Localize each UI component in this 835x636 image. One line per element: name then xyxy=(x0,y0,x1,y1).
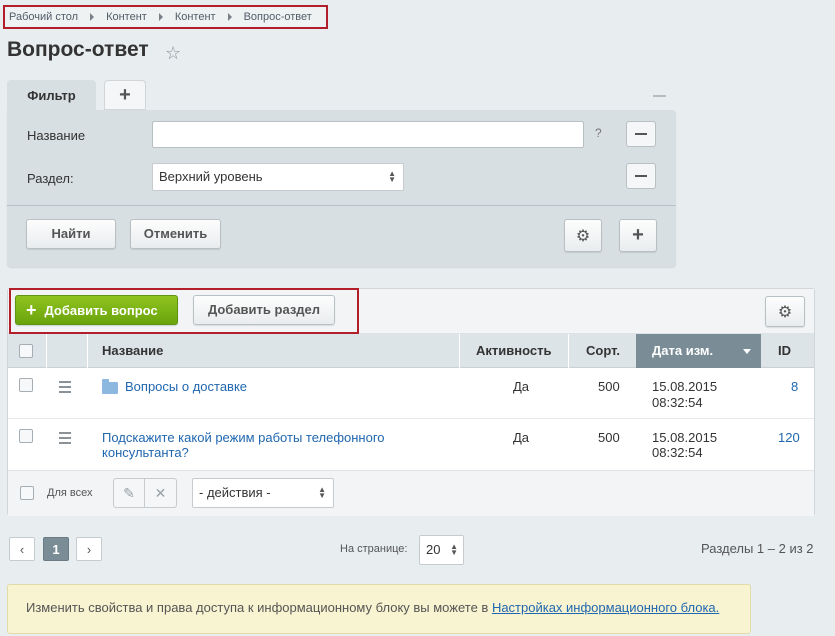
next-page-button[interactable]: › xyxy=(76,537,102,561)
section-select[interactable]: Верхний уровень ▲ ▼ xyxy=(152,163,404,191)
row-name-link-line2[interactable]: консультанта? xyxy=(102,445,189,460)
column-header-date-label: Дата изм. xyxy=(652,343,714,358)
folder-icon xyxy=(102,379,118,394)
iblock-settings-link[interactable]: Настройках информационного блока. xyxy=(492,600,719,615)
row-active: Да xyxy=(513,379,530,394)
tab-filter[interactable]: Фильтр xyxy=(7,80,96,112)
breadcrumb: Рабочий стол Контент Контент Вопрос-отве… xyxy=(3,5,328,29)
chevron-right-icon xyxy=(90,13,95,21)
info-text: Изменить свойства и права доступа к инфо… xyxy=(26,600,492,615)
row-sort: 500 xyxy=(598,430,620,445)
actions-select-value: - действия - xyxy=(199,485,271,500)
current-page[interactable]: 1 xyxy=(43,537,69,561)
breadcrumb-desktop[interactable]: Рабочий стол xyxy=(9,11,78,23)
row-name-link[interactable]: Вопросы о доставке xyxy=(125,379,247,394)
row-menu-icon[interactable] xyxy=(59,381,71,393)
sort-desc-icon xyxy=(743,349,751,354)
row-id-link[interactable]: 120 xyxy=(778,430,800,445)
star-icon[interactable]: ☆ xyxy=(165,43,181,64)
row-active: Да xyxy=(513,430,530,445)
add-section-button[interactable]: Добавить раздел xyxy=(193,295,335,325)
per-page-label: На странице: xyxy=(340,543,408,555)
updown-arrows-icon: ▲ ▼ xyxy=(318,485,326,500)
breadcrumb-content-2[interactable]: Контент xyxy=(175,11,216,23)
row-id-link[interactable]: 8 xyxy=(791,379,798,394)
minimize-filter-icon[interactable] xyxy=(653,95,666,97)
minus-icon xyxy=(635,175,647,177)
select-all-checkbox[interactable] xyxy=(19,344,33,358)
plus-icon: + xyxy=(632,224,644,246)
updown-arrows-icon: ▲ ▼ xyxy=(388,169,396,184)
row-sort: 500 xyxy=(598,379,620,394)
page-title: Вопрос-ответ xyxy=(7,38,149,61)
actions-select[interactable]: - действия - ▲ ▼ xyxy=(192,478,334,508)
column-header-name[interactable]: Название xyxy=(102,334,163,368)
add-question-label: Добавить вопрос xyxy=(44,302,158,318)
column-header-id[interactable]: ID xyxy=(778,334,791,368)
column-header-date-sorted[interactable]: Дата изм. xyxy=(636,334,761,368)
updown-arrows-icon: ▲ ▼ xyxy=(450,542,458,557)
plus-icon: + xyxy=(26,299,37,320)
gear-icon: ⚙ xyxy=(777,303,793,321)
row-name-link-line1[interactable]: Подскажите какой режим работы телефонног… xyxy=(102,430,385,445)
chevron-right-icon xyxy=(158,13,163,21)
edit-selected-button[interactable]: ✎ xyxy=(113,478,145,508)
row-checkbox[interactable] xyxy=(19,429,33,443)
add-filter-field-button[interactable]: + xyxy=(619,219,657,252)
row-time: 08:32:54 xyxy=(652,395,703,410)
per-page-select[interactable]: 20 ▲ ▼ xyxy=(419,535,464,565)
remove-name-filter-button[interactable] xyxy=(626,121,656,147)
row-date: 15.08.2015 xyxy=(652,379,718,394)
section-field-label: Раздел: xyxy=(27,171,74,186)
close-icon: ✕ xyxy=(154,484,167,501)
for-all-checkbox[interactable] xyxy=(20,486,34,500)
gear-icon: ⚙ xyxy=(575,227,591,245)
row-checkbox[interactable] xyxy=(19,378,33,392)
list-settings-button[interactable]: ⚙ xyxy=(765,296,805,327)
help-icon[interactable]: ? xyxy=(595,126,602,140)
info-box: Изменить свойства и права доступа к инфо… xyxy=(7,584,751,634)
remove-section-filter-button[interactable] xyxy=(626,163,656,189)
row-time: 08:32:54 xyxy=(652,445,703,460)
name-field-label: Название xyxy=(27,128,86,143)
column-header-sort[interactable]: Сорт. xyxy=(586,334,620,368)
divider xyxy=(7,205,676,206)
prev-page-button[interactable]: ‹ xyxy=(9,537,35,561)
for-all-label: Для всех xyxy=(47,487,93,499)
minus-icon xyxy=(635,133,647,135)
column-header-activity[interactable]: Активность xyxy=(476,334,551,368)
row-date: 15.08.2015 xyxy=(652,430,718,445)
chevron-right-icon xyxy=(227,13,232,21)
add-filter-tab-button[interactable]: + xyxy=(104,80,146,110)
row-divider xyxy=(8,418,814,419)
row-menu-icon[interactable] xyxy=(59,432,71,444)
pager-summary: Разделы 1 – 2 из 2 xyxy=(701,541,814,556)
breadcrumb-content-1[interactable]: Контент xyxy=(106,11,147,23)
delete-selected-button[interactable]: ✕ xyxy=(145,478,177,508)
per-page-value: 20 xyxy=(426,542,441,557)
find-button[interactable]: Найти xyxy=(26,219,116,249)
name-filter-input[interactable] xyxy=(152,121,584,148)
section-select-value: Верхний уровень xyxy=(159,169,263,184)
filter-settings-button[interactable]: ⚙ xyxy=(564,219,602,252)
pencil-icon: ✎ xyxy=(123,484,135,501)
add-question-button[interactable]: + Добавить вопрос xyxy=(15,295,178,325)
breadcrumb-current[interactable]: Вопрос-ответ xyxy=(244,11,312,23)
cancel-button[interactable]: Отменить xyxy=(130,219,221,249)
